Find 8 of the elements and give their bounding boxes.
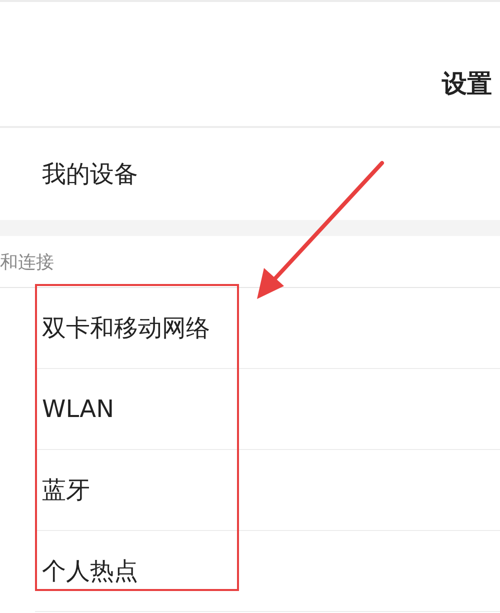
section-title: 和连接	[0, 250, 54, 274]
settings-row[interactable]: 我的设备	[0, 128, 500, 220]
row-label[interactable]: WLAN	[42, 395, 114, 423]
row-label[interactable]: 蓝牙	[42, 474, 90, 506]
row-label[interactable]: 个人热点	[42, 555, 138, 587]
row-label[interactable]: 双卡和移动网络	[42, 312, 210, 344]
row-label: 我的设备	[42, 159, 138, 190]
page-title: 设置	[442, 68, 492, 100]
